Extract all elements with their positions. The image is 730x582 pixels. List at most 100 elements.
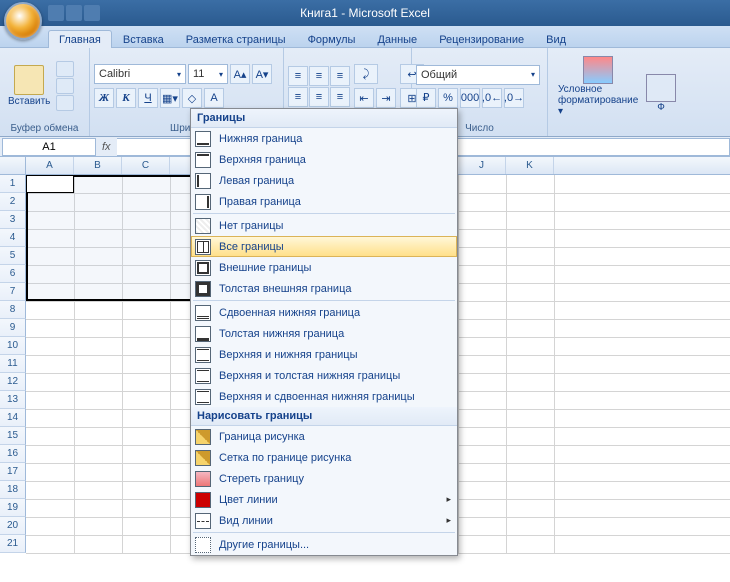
row-header[interactable]: 17 [0,463,26,481]
row-header[interactable]: 21 [0,535,26,553]
copy-icon[interactable] [56,78,74,94]
percent-icon[interactable]: % [438,88,458,108]
row-header[interactable]: 2 [0,193,26,211]
conditional-formatting-button[interactable]: Условноеформатирование ▾ [552,54,644,119]
borders-menu-item[interactable]: Толстая внешняя граница [191,278,457,299]
row-header[interactable]: 11 [0,355,26,373]
dropdown-section-title: Нарисовать границы [191,407,457,426]
borders-menu-item[interactable]: Граница рисунка [191,426,457,447]
number-format-combo[interactable]: Общий▾ [416,65,540,85]
font-size-combo[interactable]: 11▾ [188,64,228,84]
menu-item-label: Верхняя и нижняя границы [219,349,358,361]
tab-вставка[interactable]: Вставка [112,30,175,48]
borders-menu-item[interactable]: Нижняя граница [191,128,457,149]
column-header[interactable]: C [122,157,170,174]
conditional-formatting-icon [583,56,613,84]
row-header[interactable]: 9 [0,319,26,337]
column-header[interactable]: A [26,157,74,174]
align-right-icon[interactable]: ≡ [330,87,350,107]
bold-button[interactable]: Ж [94,88,114,108]
orientation-icon[interactable]: ⤸ [354,64,378,84]
align-bottom-icon[interactable]: ≡ [330,66,350,86]
select-all-corner[interactable] [0,157,26,174]
column-header[interactable]: B [74,157,122,174]
row-header[interactable]: 1 [0,175,26,193]
row-header[interactable]: 16 [0,445,26,463]
borders-menu-item[interactable]: Верхняя граница [191,149,457,170]
office-button[interactable] [4,2,42,40]
row-header[interactable]: 12 [0,373,26,391]
row-header[interactable]: 3 [0,211,26,229]
increase-font-icon[interactable]: A▴ [230,64,250,84]
borders-menu-item[interactable]: Стереть границу [191,468,457,489]
borders-menu-item[interactable]: Верхняя и толстая нижняя границы [191,365,457,386]
borders-menu-item[interactable]: Верхняя и сдвоенная нижняя границы [191,386,457,407]
comma-icon[interactable]: 000 [460,88,480,108]
row-header[interactable]: 20 [0,517,26,535]
row-header[interactable]: 13 [0,391,26,409]
borders-menu-item[interactable]: Цвет линии [191,489,457,510]
chevron-down-icon: ▾ [531,70,535,79]
bi-topbot-icon [195,347,211,363]
qat-undo-icon[interactable] [66,5,82,21]
column-header[interactable]: K [506,157,554,174]
cut-icon[interactable] [56,61,74,77]
paste-button[interactable]: Вставить [4,63,54,110]
bi-style-icon [195,513,211,529]
tab-главная[interactable]: Главная [48,30,112,48]
tab-разметка страницы[interactable]: Разметка страницы [175,30,297,48]
borders-menu-item[interactable]: Правая граница [191,191,457,212]
tab-формулы[interactable]: Формулы [297,30,367,48]
align-top-icon[interactable]: ≡ [288,66,308,86]
align-left-icon[interactable]: ≡ [288,87,308,107]
ribbon-tabs: ГлавнаяВставкаРазметка страницыФормулыДа… [0,26,730,48]
font-color-button[interactable]: A [204,88,224,108]
row-header[interactable]: 7 [0,283,26,301]
borders-menu-item[interactable]: Нет границы [191,215,457,236]
tab-данные[interactable]: Данные [366,30,428,48]
align-middle-icon[interactable]: ≡ [309,66,329,86]
row-header[interactable]: 10 [0,337,26,355]
menu-item-label: Другие границы... [219,539,309,551]
underline-button[interactable]: Ч [138,88,158,108]
borders-menu-item[interactable]: Все границы [191,236,457,257]
increase-indent-icon[interactable]: ⇥ [376,88,396,108]
borders-menu-item[interactable]: Левая граница [191,170,457,191]
borders-menu-item[interactable]: Другие границы... [191,534,457,555]
active-cell [26,175,74,193]
align-center-icon[interactable]: ≡ [309,87,329,107]
borders-menu-item[interactable]: Сетка по границе рисунка [191,447,457,468]
row-header[interactable]: 14 [0,409,26,427]
borders-menu-item[interactable]: Толстая нижняя граница [191,323,457,344]
bi-color-icon [195,492,211,508]
font-name-combo[interactable]: Calibri▾ [94,64,186,84]
tab-вид[interactable]: Вид [535,30,577,48]
decrease-font-icon[interactable]: A▾ [252,64,272,84]
column-header[interactable]: J [458,157,506,174]
borders-menu-item[interactable]: Вид линии [191,510,457,531]
row-header[interactable]: 19 [0,499,26,517]
bi-all-icon [195,239,211,255]
borders-menu-item[interactable]: Внешние границы [191,257,457,278]
borders-menu-item[interactable]: Сдвоенная нижняя граница [191,302,457,323]
row-header[interactable]: 15 [0,427,26,445]
format-painter-icon[interactable] [56,95,74,111]
qat-redo-icon[interactable] [84,5,100,21]
decrease-decimal-icon[interactable]: ,0→ [504,88,524,108]
borders-menu-item[interactable]: Верхняя и нижняя границы [191,344,457,365]
tab-рецензирование[interactable]: Рецензирование [428,30,535,48]
borders-button[interactable]: ▦▾ [160,88,180,108]
row-header[interactable]: 4 [0,229,26,247]
row-header[interactable]: 5 [0,247,26,265]
increase-decimal-icon[interactable]: ,0← [482,88,502,108]
row-header[interactable]: 18 [0,481,26,499]
row-header[interactable]: 8 [0,301,26,319]
fx-icon[interactable]: fx [96,141,117,153]
qat-save-icon[interactable] [48,5,64,21]
decrease-indent-icon[interactable]: ⇤ [354,88,374,108]
fill-color-button[interactable]: ◇ [182,88,202,108]
italic-button[interactable]: К [116,88,136,108]
name-box[interactable]: A1 [2,138,96,156]
row-header[interactable]: 6 [0,265,26,283]
currency-icon[interactable]: ₽ [416,88,436,108]
